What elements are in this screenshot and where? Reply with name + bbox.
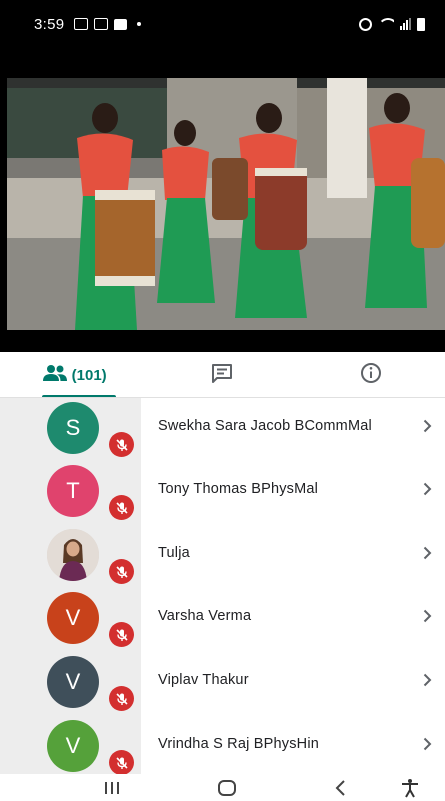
battery-icon [417,17,425,31]
alarm-icon [359,17,372,31]
avatar-photo [47,529,99,581]
participant-row[interactable]: Tulja [0,525,445,589]
participant-name: Swekha Sara Jacob BCommMal [158,418,372,434]
mic-off-icon [109,559,134,584]
message-icon [114,18,128,30]
chevron-right-icon[interactable] [420,734,434,754]
signal-icon [400,18,411,30]
mic-off-icon [109,686,134,711]
status-time: 3:59 [34,15,65,33]
tab-chat[interactable] [148,352,296,398]
chevron-right-icon[interactable] [420,479,434,499]
tab-info[interactable] [297,352,445,398]
dot-icon [137,22,142,26]
mic-off-icon [109,622,134,647]
participant-row[interactable]: T Tony Thomas BPhysMal [0,461,445,525]
chevron-right-icon[interactable] [420,606,434,626]
chevron-right-icon[interactable] [420,416,434,436]
participant-name: Viplav Thakur [158,672,249,688]
participant-row[interactable]: V Varsha Verma [0,588,445,652]
avatar: T [47,465,99,517]
mic-off-icon [109,432,134,457]
back-icon[interactable] [334,776,348,800]
chevron-right-icon[interactable] [420,670,434,690]
chat-icon [211,363,233,388]
video-frame-image [7,78,445,330]
info-icon [360,362,382,389]
navigation-bar [0,774,445,801]
mic-off-icon [109,750,134,774]
participant-list[interactable]: S Swekha Sara Jacob BCommMal T Tony Thom… [0,398,445,774]
participant-count: (101) [71,366,107,384]
avatar: V [47,656,99,708]
avatar: V [47,720,99,772]
avatar: V [47,592,99,644]
tab-bar: (101) [0,352,445,398]
participant-name: Tulja [158,545,190,561]
participant-row[interactable]: V Viplav Thakur [0,652,445,716]
participant-name: Varsha Verma [158,608,252,624]
gallery-icon [94,18,109,30]
wifi-icon [378,18,394,30]
tab-participants[interactable]: (101) [0,352,148,398]
video-feed[interactable] [7,78,445,330]
image-icon [74,18,89,30]
recents-icon[interactable] [103,776,121,800]
chevron-right-icon[interactable] [420,543,434,563]
participant-row[interactable]: S Swekha Sara Jacob BCommMal [0,398,445,462]
status-bar: 3:59 [0,0,445,48]
accessibility-icon[interactable] [400,776,420,800]
participant-row[interactable]: V Vrindha S Raj BPhysHin [0,716,445,774]
mic-off-icon [109,495,134,520]
people-icon [42,364,68,387]
participant-name: Vrindha S Raj BPhysHin [158,736,320,752]
home-icon[interactable] [217,776,237,800]
participant-name: Tony Thomas BPhysMal [158,481,319,497]
video-area[interactable] [0,48,445,352]
avatar: S [47,402,99,454]
